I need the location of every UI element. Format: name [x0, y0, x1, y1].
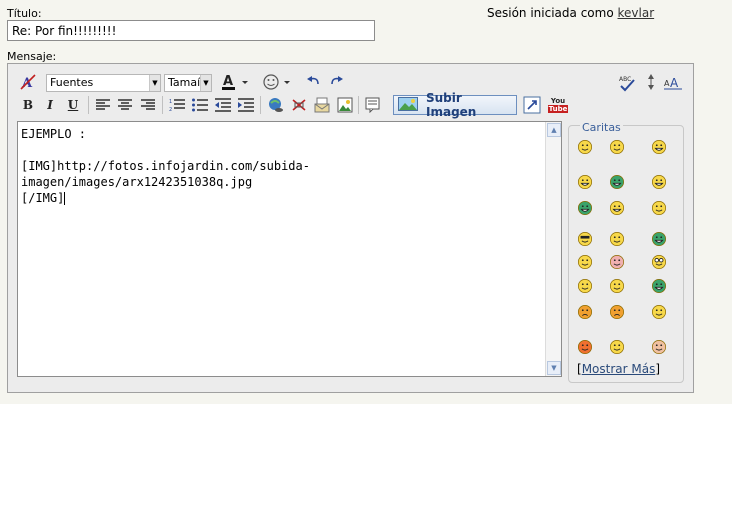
align-right-icon[interactable] — [139, 96, 157, 114]
smiley-wave-icon[interactable] — [651, 304, 667, 320]
youtube-label-top: You — [550, 97, 566, 105]
scroll-down-icon[interactable]: ▼ — [547, 361, 561, 375]
youtube-icon[interactable]: You Tube — [547, 95, 569, 115]
toggle-source-icon[interactable] — [523, 96, 541, 114]
session-text: Sesión iniciada como — [487, 6, 614, 20]
toolbar-separator — [260, 96, 261, 114]
editor-line: [IMG]http://fotos.infojardin.com/subida-… — [21, 159, 310, 189]
textarea-scrollbar[interactable]: ▲ ▼ — [545, 122, 561, 376]
smiley-double-icon[interactable] — [609, 231, 625, 247]
smiley-pink-icon[interactable] — [609, 254, 625, 270]
smiley-angry-icon[interactable] — [609, 304, 625, 320]
svg-text:ABC: ABC — [619, 76, 631, 83]
undo-icon[interactable] — [305, 73, 323, 91]
smiley-green-icon[interactable] — [577, 200, 593, 216]
more-smileys: [Mostrar Más] — [577, 362, 661, 376]
post-form: Título: Sesión iniciada como kevlar Mens… — [0, 0, 732, 404]
font-size-value: Tamaí — [168, 76, 201, 89]
emoticon-icon[interactable] — [263, 73, 293, 91]
smiley-thumbs-icon[interactable] — [651, 200, 667, 216]
font-family-value: Fuentes — [50, 76, 94, 89]
rich-text-editor: A Fuentes ▼ Tamaí ▼ A ABC AA — [7, 63, 694, 393]
resize-icon[interactable] — [642, 73, 660, 91]
toolbar-separator — [358, 96, 359, 114]
scroll-up-icon[interactable]: ▲ — [547, 123, 561, 137]
chevron-down-icon: ▼ — [200, 75, 211, 91]
unlink-icon[interactable] — [290, 96, 308, 114]
email-icon[interactable] — [313, 96, 331, 114]
link-icon[interactable] — [267, 96, 285, 114]
smiley-smile-icon[interactable] — [577, 278, 593, 294]
smiley-green-icon[interactable] — [609, 174, 625, 190]
quote-icon[interactable] — [364, 96, 382, 114]
smiley-grin-icon[interactable] — [651, 139, 667, 155]
smiley-green-icon[interactable] — [651, 278, 667, 294]
editor-line: ​ — [21, 142, 541, 158]
editor-line-text: [/IMG] — [21, 191, 65, 205]
font-color-icon[interactable]: A — [220, 73, 250, 91]
smiley-smile-icon[interactable] — [609, 278, 625, 294]
font-size-icon[interactable]: AA — [664, 73, 682, 91]
smiley-grin-icon[interactable] — [609, 200, 625, 216]
underline-icon[interactable]: U — [64, 96, 82, 114]
smiley-grin-icon[interactable] — [651, 174, 667, 190]
smiley-love-icon[interactable] — [577, 339, 593, 355]
smiley-cool-icon[interactable] — [577, 231, 593, 247]
image-icon[interactable] — [336, 96, 354, 114]
font-size-select[interactable]: Tamaí ▼ — [164, 74, 212, 92]
smiley-smile-icon[interactable] — [577, 139, 593, 155]
italic-icon[interactable]: I — [41, 96, 59, 114]
editor-line: EJEMPLO : — [21, 127, 87, 141]
ordered-list-icon[interactable]: 12 — [168, 96, 186, 114]
align-left-icon[interactable] — [94, 96, 112, 114]
font-family-select[interactable]: Fuentes ▼ — [46, 74, 161, 92]
message-label: Mensaje: — [7, 50, 57, 63]
indent-icon[interactable] — [237, 96, 255, 114]
smiley-roll-icon[interactable] — [651, 254, 667, 270]
bold-icon[interactable]: B — [19, 96, 37, 114]
smiley-green-icon[interactable] — [651, 231, 667, 247]
svg-text:A: A — [223, 74, 233, 89]
smiley-shy-icon[interactable] — [577, 254, 593, 270]
username-link[interactable]: kevlar — [618, 6, 655, 20]
login-status: Sesión iniciada como kevlar — [487, 6, 654, 20]
chevron-down-icon: ▼ — [149, 75, 160, 91]
redo-icon[interactable] — [327, 73, 345, 91]
svg-text:A: A — [670, 76, 679, 90]
show-more-link[interactable]: Mostrar Más — [582, 362, 656, 376]
text-caret — [64, 192, 66, 205]
title-input[interactable] — [7, 20, 375, 41]
youtube-label-bottom: Tube — [547, 105, 569, 113]
remove-format-icon[interactable]: A — [19, 73, 37, 91]
svg-text:2: 2 — [169, 107, 172, 112]
unordered-list-icon[interactable] — [191, 96, 209, 114]
smiley-panel-title: Caritas — [580, 121, 623, 134]
smiley-smile-icon[interactable] — [609, 139, 625, 155]
spellcheck-icon[interactable]: ABC — [618, 74, 636, 92]
title-label: Título: — [7, 7, 42, 20]
editor-line: [/IMG] — [21, 190, 541, 206]
upload-image-button[interactable]: Subir Imagen — [393, 91, 517, 119]
smiley-angry-icon[interactable] — [577, 304, 593, 320]
smiley-group-icon[interactable] — [609, 339, 625, 355]
upload-image-label: Subir Imagen — [426, 91, 477, 119]
smiley-old-icon[interactable] — [651, 339, 667, 355]
outdent-icon[interactable] — [214, 96, 232, 114]
toolbar-separator — [162, 96, 163, 114]
svg-text:1: 1 — [169, 99, 172, 105]
message-textarea[interactable]: EJEMPLO :​[IMG]http://fotos.infojardin.c… — [17, 121, 562, 377]
align-center-icon[interactable] — [116, 96, 134, 114]
smiley-grin-icon[interactable] — [577, 174, 593, 190]
picture-icon — [398, 96, 418, 114]
toolbar-separator — [88, 96, 89, 114]
